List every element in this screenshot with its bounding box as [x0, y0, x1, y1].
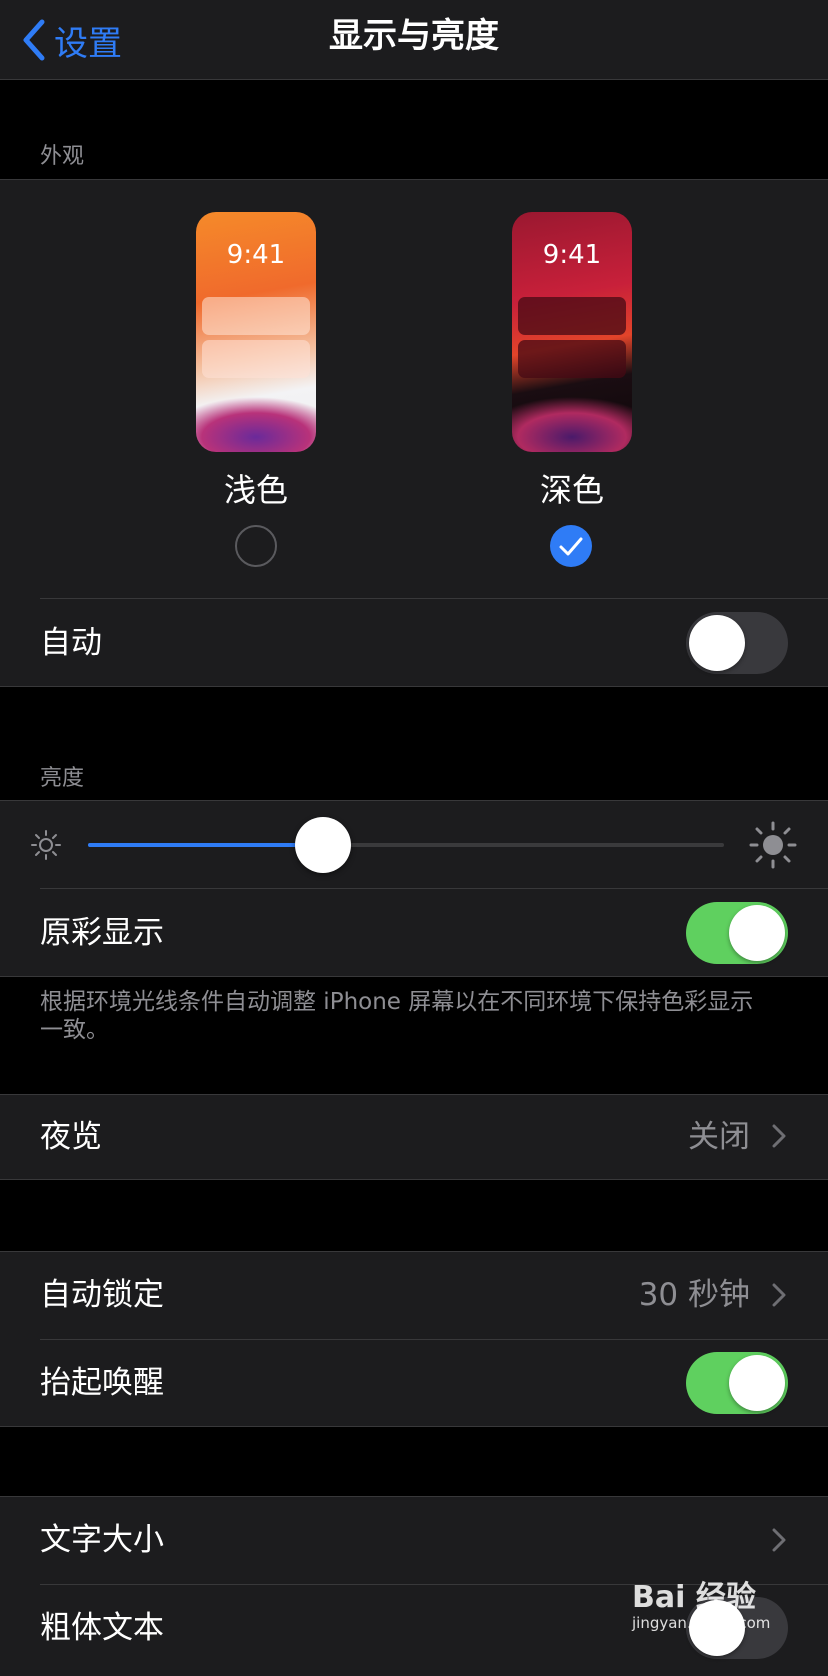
brightness-slider[interactable]	[88, 817, 724, 873]
auto-appearance-row: 自动	[0, 600, 828, 687]
separator	[40, 888, 828, 889]
raise-to-wake-toggle[interactable]	[686, 1352, 788, 1414]
toggle-knob	[689, 615, 745, 671]
auto-lock-label: 自动锁定	[40, 1277, 164, 1313]
text-size-row[interactable]: 文字大小	[0, 1497, 828, 1584]
auto-appearance-label: 自动	[40, 625, 102, 661]
appearance-group: 9:41 浅色 9:41 深色 自动	[0, 179, 828, 687]
light-mode-preview[interactable]: 9:41	[196, 212, 316, 452]
light-mode-label: 浅色	[223, 471, 288, 509]
true-tone-toggle[interactable]	[686, 902, 788, 964]
dark-mode-radio[interactable]	[550, 525, 592, 567]
preview-notification	[202, 297, 310, 335]
appearance-header: 外观	[40, 144, 85, 169]
raise-to-wake-row: 抬起唤醒	[0, 1340, 828, 1427]
true-tone-description: 根据环境光线条件自动调整 iPhone 屏幕以在不同环境下保持色彩显示一致。	[40, 989, 754, 1043]
raise-to-wake-label: 抬起唤醒	[40, 1365, 164, 1401]
auto-lock-value: 30 秒钟	[638, 1277, 750, 1313]
brightness-group: 原彩显示	[0, 800, 828, 977]
text-size-label: 文字大小	[40, 1522, 164, 1558]
dark-mode-preview[interactable]: 9:41	[512, 212, 632, 452]
bold-text-label: 粗体文本	[40, 1610, 164, 1646]
brightness-header: 亮度	[40, 766, 85, 791]
auto-lock-row[interactable]: 自动锁定 30 秒钟	[0, 1252, 828, 1339]
sun-large-icon	[749, 821, 797, 869]
separator	[40, 598, 828, 599]
true-tone-label: 原彩显示	[40, 915, 164, 951]
night-shift-value: 关闭	[688, 1119, 750, 1155]
preview-notification	[518, 297, 626, 335]
lock-group: 自动锁定 30 秒钟 抬起唤醒	[0, 1251, 828, 1427]
baidu-watermark: Bai 经验 jingyan.baidu.com	[632, 1572, 770, 1632]
preview-time: 9:41	[226, 240, 286, 270]
night-shift-label: 夜览	[40, 1119, 102, 1155]
watermark-url: jingyan.baidu.com	[632, 1614, 771, 1632]
preview-time: 9:41	[542, 240, 602, 270]
chevron-right-icon	[772, 1528, 786, 1552]
page-title: 显示与亮度	[329, 16, 499, 56]
checkmark-icon	[559, 537, 583, 556]
light-mode-radio[interactable]	[235, 525, 277, 567]
dark-mode-label: 深色	[539, 471, 604, 509]
night-shift-row[interactable]: 夜览 关闭	[0, 1095, 828, 1179]
toggle-knob	[729, 905, 785, 961]
true-tone-row: 原彩显示	[0, 890, 828, 977]
brightness-slider-fill	[88, 843, 324, 847]
sun-small-icon	[31, 830, 61, 860]
navigation-bar: 设置 显示与亮度	[0, 0, 828, 80]
chevron-right-icon	[772, 1283, 786, 1307]
chevron-right-icon	[772, 1124, 786, 1148]
toggle-knob	[729, 1355, 785, 1411]
brightness-slider-knob[interactable]	[295, 817, 352, 873]
preview-notification	[518, 340, 626, 378]
preview-notification	[202, 340, 310, 378]
watermark-logo: Bai 经验	[632, 1580, 756, 1615]
auto-appearance-toggle[interactable]	[686, 612, 788, 674]
night-shift-group: 夜览 关闭	[0, 1094, 828, 1180]
